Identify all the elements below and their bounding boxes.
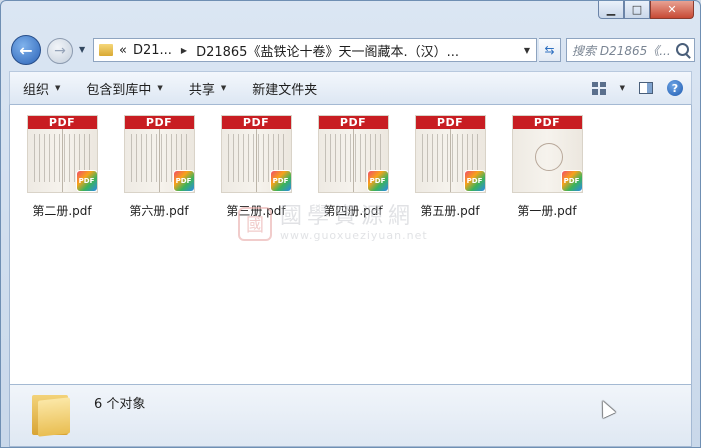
- preview-pane-icon[interactable]: [639, 82, 653, 94]
- new-folder-label: 新建文件夹: [252, 82, 318, 98]
- folder-icon: [99, 44, 113, 56]
- pdf-app-icon: PDF: [269, 170, 291, 192]
- chevron-down-icon: ▼: [220, 84, 227, 92]
- organize-button[interactable]: 组织 ▼: [10, 72, 73, 104]
- address-dropdown-icon[interactable]: ▼: [524, 46, 530, 55]
- forward-button[interactable]: →: [47, 38, 73, 64]
- pdf-thumbnail: PDF PDF: [123, 115, 195, 193]
- pdf-thumbnail: PDF PDF: [26, 115, 98, 193]
- chevron-down-icon: ▼: [55, 84, 61, 92]
- breadcrumb-item[interactable]: D21...: [133, 43, 172, 58]
- file-name: 第六册.pdf: [129, 204, 189, 218]
- pdf-app-icon: PDF: [366, 170, 388, 192]
- toolbar-right: ▼ ?: [591, 80, 691, 96]
- refresh-button[interactable]: ⇆: [539, 38, 561, 62]
- include-in-library-button[interactable]: 包含到库中 ▼: [73, 72, 175, 104]
- pdf-thumbnail: PDF PDF: [220, 115, 292, 193]
- pdf-app-icon: PDF: [75, 170, 97, 192]
- watermark: 國 國學資源網 www.guoxueziyuan.net: [238, 205, 428, 242]
- recent-pages-dropdown-icon[interactable]: ▼: [79, 45, 85, 54]
- chevron-down-icon: ▼: [157, 84, 163, 92]
- item-count: 6 个对象: [94, 397, 146, 412]
- include-in-library-label: 包含到库中: [86, 82, 152, 98]
- search-input[interactable]: 搜索 D21865《...: [566, 38, 695, 62]
- file-list: PDF PDF 第二册.pdf PDF PDF 第六册.pdf PDF PDF …: [9, 105, 692, 384]
- pdf-app-icon: PDF: [463, 170, 485, 192]
- pdf-thumbnail: PDF PDF: [317, 115, 389, 193]
- pdf-band: PDF: [27, 116, 97, 129]
- file-name: 第一册.pdf: [517, 204, 577, 218]
- pdf-thumbnail: PDF PDF: [414, 115, 486, 193]
- pdf-app-icon: PDF: [172, 170, 194, 192]
- command-bar: 组织 ▼ 包含到库中 ▼ 共享 ▼ 新建文件夹 ▼ ?: [9, 71, 692, 105]
- change-view-icon[interactable]: [591, 81, 606, 95]
- pdf-band: PDF: [415, 116, 485, 129]
- file-item[interactable]: PDF PDF 第二册.pdf: [18, 115, 106, 219]
- details-pane: 6 个对象: [9, 384, 692, 447]
- pdf-band: PDF: [124, 116, 194, 129]
- explorer-window: ▁ □ ✕ ← → ▼ « D21... ▶ D21865《盐铁论十卷》天一阁藏…: [0, 0, 701, 448]
- folder-icon: [32, 391, 72, 437]
- breadcrumb-separator-icon[interactable]: ▶: [181, 46, 187, 55]
- new-folder-button[interactable]: 新建文件夹: [239, 72, 330, 104]
- file-item[interactable]: PDF PDF 第六册.pdf: [115, 115, 203, 219]
- file-item[interactable]: PDF PDF 第一册.pdf: [503, 115, 591, 219]
- pdf-thumbnail: PDF PDF: [511, 115, 583, 193]
- watermark-title: 國學資源網: [280, 204, 416, 229]
- search-placeholder: 搜索 D21865《...: [572, 43, 671, 58]
- pdf-band: PDF: [221, 116, 291, 129]
- pdf-app-icon: PDF: [560, 170, 582, 192]
- caption-buttons: ▁ □ ✕: [598, 1, 694, 19]
- help-icon[interactable]: ?: [667, 80, 683, 96]
- pdf-band: PDF: [512, 116, 582, 129]
- address-overflow[interactable]: «: [119, 43, 127, 58]
- watermark-url: www.guoxueziyuan.net: [280, 229, 428, 242]
- file-item[interactable]: PDF PDF 第五册.pdf: [406, 115, 494, 219]
- search-icon[interactable]: [676, 43, 689, 56]
- breadcrumb-current[interactable]: D21865《盐铁论十卷》天一阁藏本.（汉）...: [196, 41, 459, 60]
- organize-label: 组织: [23, 82, 50, 98]
- watermark-seal: 國: [238, 206, 272, 241]
- view-options-dropdown-icon[interactable]: ▼: [620, 84, 625, 92]
- back-button[interactable]: ←: [11, 35, 41, 65]
- address-bar[interactable]: « D21... ▶ D21865《盐铁论十卷》天一阁藏本.（汉）... ▼: [93, 38, 537, 62]
- navigation-bar: ← → ▼ « D21... ▶ D21865《盐铁论十卷》天一阁藏本.（汉）.…: [9, 35, 695, 65]
- close-button[interactable]: ✕: [650, 1, 694, 19]
- maximize-button[interactable]: □: [624, 1, 650, 19]
- share-label: 共享: [188, 82, 215, 98]
- share-button[interactable]: 共享 ▼: [176, 72, 239, 104]
- minimize-button[interactable]: ▁: [598, 1, 624, 19]
- pdf-band: PDF: [318, 116, 388, 129]
- file-name: 第二册.pdf: [32, 204, 92, 218]
